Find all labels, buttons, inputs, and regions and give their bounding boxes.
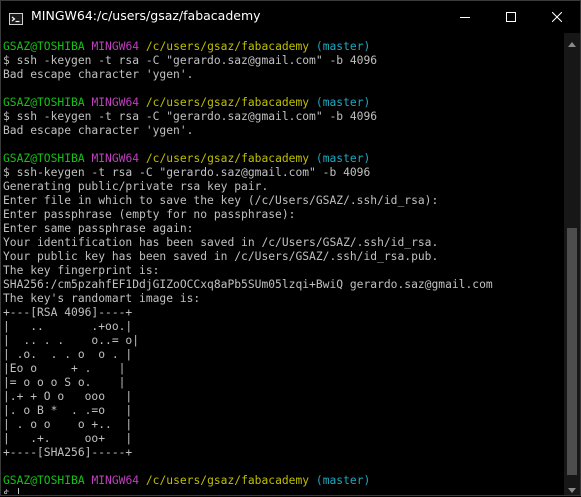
maximize-icon (506, 7, 516, 26)
chevron-down-icon (568, 478, 576, 497)
output-line: Enter same passphrase again: (3, 222, 194, 235)
prompt-user: GSAZ@TOSHIBA (3, 96, 85, 109)
output-line: Enter file in which to save the key (/c/… (3, 194, 439, 207)
terminal-output[interactable]: GSAZ@TOSHIBA MINGW64 /c/users/gsaz/fabac… (3, 40, 563, 494)
prompt-line: GSAZ@TOSHIBA MINGW64 /c/users/gsaz/fabac… (3, 96, 563, 110)
prompt-path: /c/users/gsaz/fabacademy (145, 474, 310, 487)
prompt-user: GSAZ@TOSHIBA (3, 474, 85, 487)
randomart-line: | .. . . o..= o| (3, 334, 140, 347)
prompt-host: MINGW64 (91, 152, 140, 165)
command-line: $ ssh-keygen -t rsa -C "gerardo.saz@gmai… (3, 166, 371, 179)
scrollbar-thumb[interactable] (567, 228, 577, 475)
prompt-path: /c/users/gsaz/fabacademy (145, 152, 310, 165)
vertical-scrollbar[interactable] (564, 33, 580, 495)
prompt-symbol: $ (3, 488, 10, 494)
randomart-line: |.+ + O o ooo | (3, 390, 133, 403)
prompt-path: /c/users/gsaz/fabacademy (145, 96, 310, 109)
fingerprint-line: SHA256:/cm5pzahfEF1DdjGIZoOCCxq8aPb5SUm0… (3, 278, 493, 291)
title-bar[interactable]: MINGW64:/c/users/gsaz/fabacademy (1, 1, 580, 32)
error-line: Bad escape character 'ygen'. (3, 124, 194, 137)
prompt-branch: (master) (315, 40, 371, 53)
prompt-host: MINGW64 (91, 474, 140, 487)
output-line: Enter passphrase (empty for no passphras… (3, 208, 296, 221)
randomart-line: |= o o o S o. | (3, 376, 126, 389)
close-button[interactable] (534, 1, 580, 32)
prompt-user: GSAZ@TOSHIBA (3, 152, 85, 165)
randomart-line: |Eo o + . | (3, 362, 126, 375)
prompt-branch: (master) (315, 96, 371, 109)
output-line: Your identification has been saved in /c… (3, 236, 439, 249)
randomart-line: | .. .+oo.| (3, 320, 133, 333)
prompt-line: GSAZ@TOSHIBA MINGW64 /c/users/gsaz/fabac… (3, 40, 563, 54)
randomart-line: +----[SHA256]-----+ (3, 446, 133, 459)
scroll-down-button[interactable] (564, 479, 580, 495)
prompt-branch: (master) (315, 152, 371, 165)
text-cursor (17, 488, 19, 494)
output-line: Generating public/private rsa key pair. (3, 180, 269, 193)
command-line: $ ssh -keygen -t rsa -C "gerardo.saz@gma… (3, 110, 378, 123)
minimize-icon (460, 7, 470, 26)
output-line: The key's randomart image is: (3, 292, 201, 305)
randomart-line: |. o B * . .=o | (3, 404, 133, 417)
scroll-up-button[interactable] (564, 33, 580, 49)
output-line: Your public key has been saved in /c/Use… (3, 250, 439, 263)
input-line[interactable]: $ (3, 488, 563, 494)
randomart-line: | .o. . . o o . | (3, 348, 133, 361)
prompt-host: MINGW64 (91, 96, 140, 109)
output-line: The key fingerprint is: (3, 264, 160, 277)
error-line: Bad escape character 'ygen'. (3, 68, 194, 81)
chevron-up-icon (568, 32, 576, 51)
prompt-path: /c/users/gsaz/fabacademy (145, 40, 310, 53)
prompt-line: GSAZ@TOSHIBA MINGW64 /c/users/gsaz/fabac… (3, 152, 563, 166)
window-title: MINGW64:/c/users/gsaz/fabacademy (31, 8, 261, 23)
terminal-window: MINGW64:/c/users/gsaz/fabacademy GSAZ@TO… (0, 0, 581, 496)
git-bash-icon (9, 10, 23, 25)
minimize-button[interactable] (442, 1, 488, 32)
maximize-button[interactable] (488, 1, 534, 32)
randomart-line: | . o o o +.. | (3, 418, 133, 431)
prompt-branch: (master) (315, 474, 371, 487)
prompt-host: MINGW64 (91, 40, 140, 53)
command-line: $ ssh -keygen -t rsa -C "gerardo.saz@gma… (3, 54, 378, 67)
randomart-line: | .+. oo+ | (3, 432, 133, 445)
randomart-line: +---[RSA 4096]----+ (3, 306, 133, 319)
prompt-user: GSAZ@TOSHIBA (3, 40, 85, 53)
prompt-line: GSAZ@TOSHIBA MINGW64 /c/users/gsaz/fabac… (3, 474, 563, 488)
close-icon (551, 7, 563, 26)
